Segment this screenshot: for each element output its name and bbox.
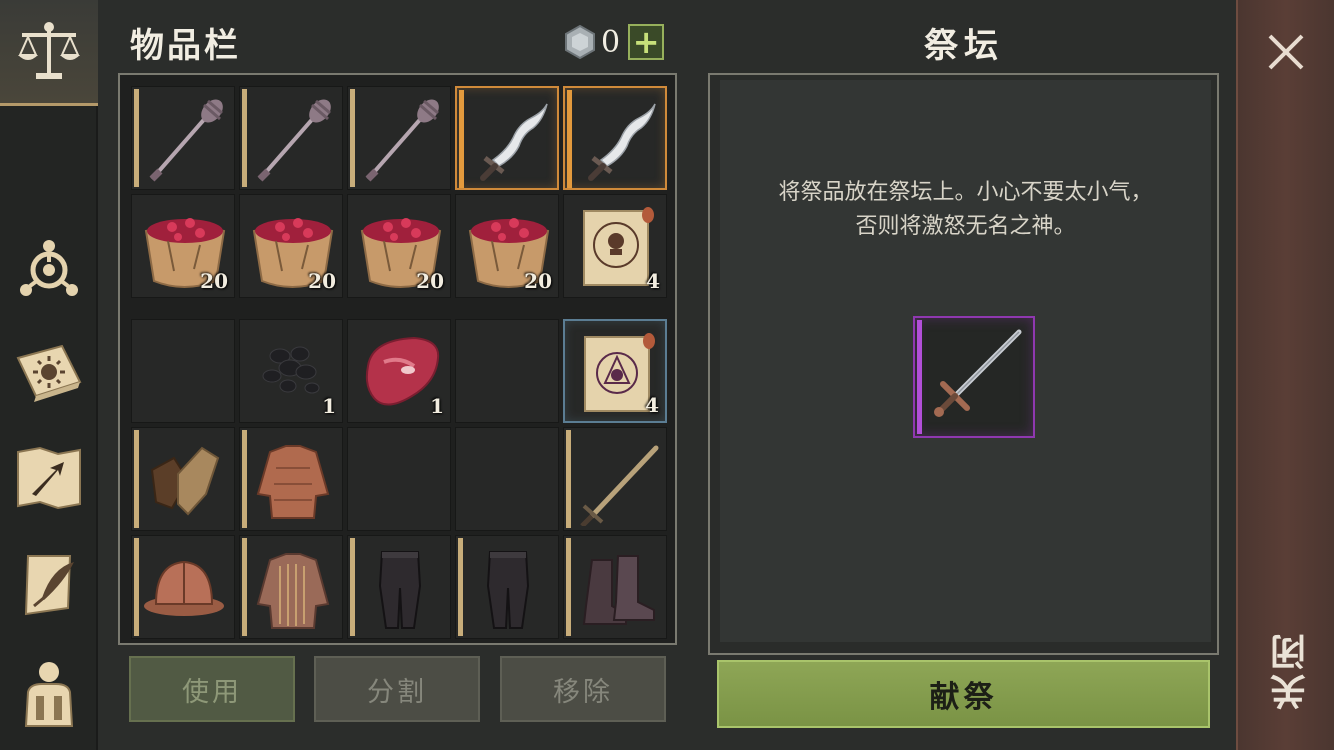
currency-display: 0 +: [563, 22, 665, 62]
altar-title: 祭坛: [924, 26, 1004, 66]
inventory-slot-empty[interactable]: [455, 427, 559, 531]
wavy-dagger-icon: [480, 103, 548, 181]
inventory-slot-raw-meat[interactable]: 1: [347, 319, 451, 423]
altar-panel: 将祭品放在祭坛上。小心不要太小气， 否则将激怒无名之神。: [708, 73, 1219, 655]
inventory-slot-trousers[interactable]: [455, 535, 559, 639]
inventory-slot-mace[interactable]: [347, 86, 451, 190]
chain-shirt-icon: [256, 553, 330, 629]
altar-inner: 将祭品放在祭坛上。小心不要太小气， 否则将激怒无名之神。: [720, 80, 1211, 642]
mace-icon: [365, 99, 439, 182]
map-icon: [12, 442, 86, 516]
close-panel[interactable]: 关闭: [1236, 0, 1334, 750]
inventory-slot-trousers[interactable]: [347, 535, 451, 639]
inventory-slot-empty[interactable]: [455, 319, 559, 423]
sidebar-tab-skills[interactable]: [0, 320, 98, 426]
inventory-slot-boots[interactable]: [563, 535, 667, 639]
inventory-slot-berry-bowl[interactable]: 20: [347, 194, 451, 298]
add-currency-button[interactable]: +: [628, 24, 665, 60]
inventory-slot-ritual-scroll[interactable]: 4: [563, 319, 667, 423]
inventory-slot-wavy-dagger[interactable]: [455, 86, 559, 190]
character-icon: [12, 656, 86, 730]
item-count: 20: [524, 269, 552, 293]
inventory-slot-padded-jacket[interactable]: [239, 427, 343, 531]
wavy-dagger-icon: [588, 103, 656, 181]
sun-book-icon: [12, 336, 86, 410]
altar-offering-slot[interactable]: [913, 316, 1035, 438]
boots-icon: [582, 555, 655, 625]
split-button[interactable]: 分割: [314, 656, 480, 722]
item-count: 20: [416, 269, 444, 293]
sidebar-tab-trade[interactable]: [0, 0, 98, 106]
item-count: 1: [430, 394, 444, 418]
sidebar-tab-quests[interactable]: [0, 532, 98, 638]
inventory-slot-longsword[interactable]: [563, 427, 667, 531]
close-label[interactable]: 关闭: [1266, 630, 1312, 710]
inventory-slot-coal[interactable]: 1: [239, 319, 343, 423]
sidebar: [0, 0, 98, 750]
inventory-slot-mace[interactable]: [239, 86, 343, 190]
item-count: 1: [322, 394, 336, 418]
steel-sword-icon: [934, 329, 1022, 417]
kettle-helmet-icon: [144, 560, 224, 616]
mace-icon: [149, 99, 223, 182]
altar-description-line2: 否则将激怒无名之神。: [855, 214, 1076, 239]
trousers-icon: [486, 551, 530, 629]
inventory-slot-skull-scroll[interactable]: 4: [563, 194, 667, 298]
altar-description-line1: 将祭品放在祭坛上。小心不要太小气，: [778, 180, 1153, 205]
inventory-slot-kettle-helmet[interactable]: [131, 535, 235, 639]
crafting-icon: [12, 230, 86, 304]
inventory-title: 物品栏: [130, 26, 241, 66]
inventory-slot-berry-bowl[interactable]: 20: [239, 194, 343, 298]
silver-coin-icon: [565, 25, 595, 59]
inventory-slot-mace[interactable]: [131, 86, 235, 190]
sidebar-tab-crafting[interactable]: [0, 214, 98, 320]
mace-icon: [257, 99, 331, 182]
scales-icon: [12, 15, 86, 89]
item-count: 4: [646, 269, 660, 293]
inventory-slot-berry-bowl[interactable]: 20: [455, 194, 559, 298]
leather-gloves-icon: [150, 446, 220, 516]
use-button[interactable]: 使用: [129, 656, 295, 722]
item-count: 4: [645, 393, 659, 417]
scroll-quill-icon: [12, 548, 86, 622]
inventory-slot-chain-shirt[interactable]: [239, 535, 343, 639]
inventory-slot-empty[interactable]: [347, 427, 451, 531]
close-icon[interactable]: [1264, 30, 1308, 74]
sidebar-tab-character[interactable]: [0, 640, 98, 746]
inventory-slot-empty[interactable]: [131, 319, 235, 423]
item-count: 20: [200, 269, 228, 293]
inventory-slot-leather-gloves[interactable]: [131, 427, 235, 531]
currency-value: 0: [601, 24, 621, 60]
offer-button[interactable]: 献祭: [717, 660, 1210, 728]
longsword-icon: [580, 445, 659, 526]
padded-jacket-icon: [256, 445, 330, 519]
remove-button[interactable]: 移除: [500, 656, 666, 722]
sidebar-tab-map[interactable]: [0, 426, 98, 532]
inventory-slot-wavy-dagger[interactable]: [563, 86, 667, 190]
altar-description: 将祭品放在祭坛上。小心不要太小气， 否则将激怒无名之神。: [720, 176, 1211, 244]
inventory-grid: 20 20 20 20 4 1 1 4: [118, 73, 677, 645]
inventory-slot-berry-bowl[interactable]: 20: [131, 194, 235, 298]
trousers-icon: [378, 551, 422, 629]
item-count: 20: [308, 269, 336, 293]
